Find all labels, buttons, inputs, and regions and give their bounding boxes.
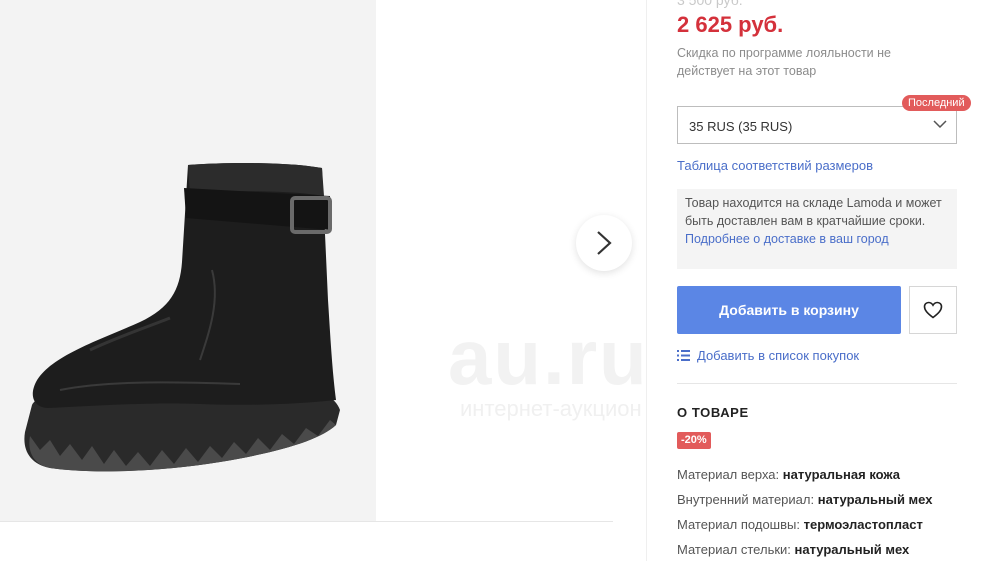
heart-icon xyxy=(923,301,943,319)
stock-text: Товар находится на складе Lamoda и может… xyxy=(685,196,942,228)
attribute-value: термоэластопласт xyxy=(803,517,923,532)
size-select-value: 35 RUS (35 RUS) xyxy=(689,119,793,134)
loyalty-note: Скидка по программе лояльности не действ… xyxy=(677,46,891,78)
add-to-list-link[interactable]: Добавить в список покупок xyxy=(677,348,859,363)
wishlist-button[interactable] xyxy=(909,286,957,334)
product-attributes: Материал верха: натуральная кожа Внутрен… xyxy=(677,466,932,561)
attribute-row: Внутренний материал: натуральный мех xyxy=(677,491,932,516)
chevron-down-icon xyxy=(933,120,947,129)
last-size-badge: Последний xyxy=(902,95,971,111)
stock-info: Товар находится на складе Lamoda и может… xyxy=(677,189,957,269)
attribute-row: Материал подошвы: термоэластопласт xyxy=(677,516,932,541)
price: 2 625 руб. xyxy=(677,12,784,37)
old-price: 3 500 руб. xyxy=(677,0,743,8)
watermark-subtext: интернет-аукцион xyxy=(460,396,642,421)
attribute-label: Внутренний материал: xyxy=(677,492,815,507)
add-to-cart-button[interactable]: Добавить в корзину xyxy=(677,286,901,334)
section-divider xyxy=(677,383,957,384)
attribute-row: Материал стельки: натуральный мех xyxy=(677,541,932,561)
discount-badge: -20% xyxy=(677,432,711,449)
list-icon xyxy=(677,350,690,361)
watermark: au.ru xyxy=(448,313,649,401)
attribute-label: Материал подошвы: xyxy=(677,517,800,532)
gallery-divider xyxy=(0,521,613,522)
size-select[interactable]: 35 RUS (35 RUS) xyxy=(677,106,957,144)
product-gallery xyxy=(0,0,376,521)
about-product-title: О ТОВАРЕ xyxy=(677,405,749,420)
attribute-row: Материал верха: натуральная кожа xyxy=(677,466,932,491)
size-table-link[interactable]: Таблица соответствий размеров xyxy=(677,158,873,173)
attribute-label: Материал стельки: xyxy=(677,542,791,557)
chevron-right-icon xyxy=(597,231,612,255)
attribute-value: натуральная кожа xyxy=(782,467,901,482)
add-to-list-label: Добавить в список покупок xyxy=(697,348,860,363)
delivery-info-link[interactable]: Подробнее о доставке в ваш город xyxy=(685,230,949,248)
attribute-label: Материал верха: xyxy=(677,467,780,482)
attribute-value: натуральный мех xyxy=(794,542,910,557)
next-image-button[interactable] xyxy=(576,215,632,271)
attribute-value: натуральный мех xyxy=(817,492,933,507)
product-image xyxy=(24,163,340,472)
